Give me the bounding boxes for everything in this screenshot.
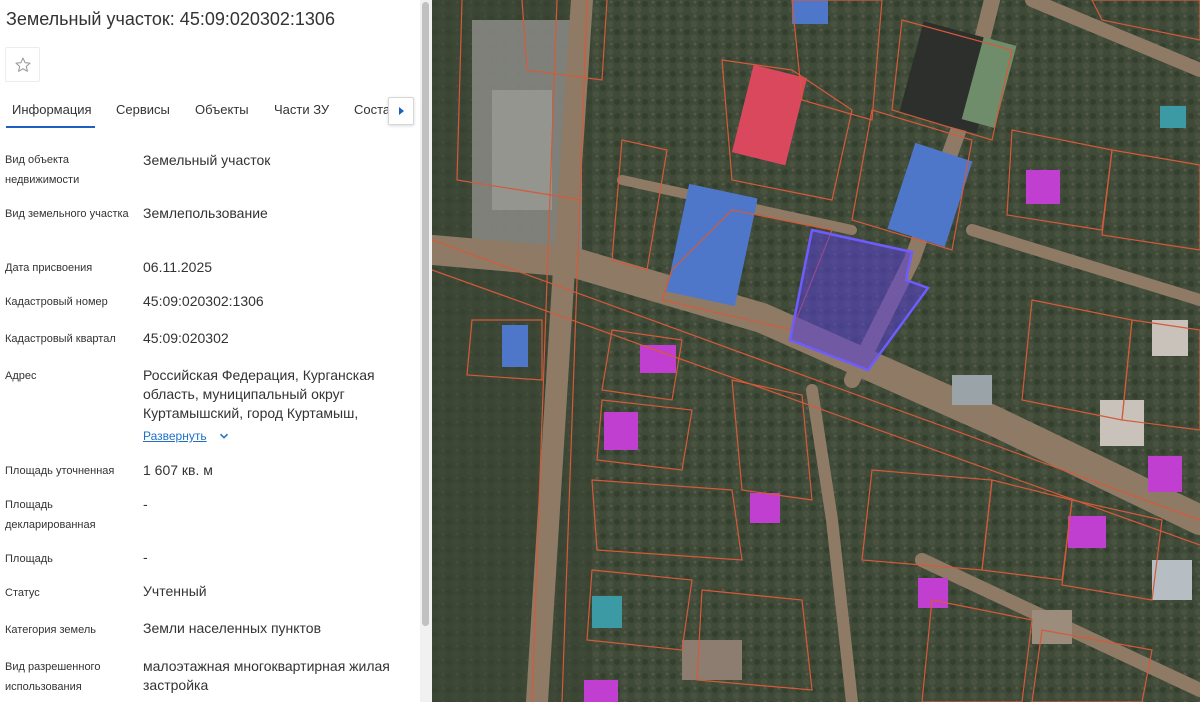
detail-value: 45:09:020302 (143, 330, 229, 346)
building-magenta-6 (1148, 456, 1182, 492)
tabs-scroll-right-button[interactable] (388, 97, 414, 125)
detail-value: - (143, 549, 148, 565)
detail-value: - (143, 496, 148, 512)
tab-objects[interactable]: Объекты (195, 102, 249, 117)
map-view[interactable] (432, 0, 1200, 702)
building-magenta-8 (584, 680, 618, 702)
star-icon (14, 57, 31, 72)
building-magenta-1 (640, 345, 676, 373)
detail-label: Статус (5, 587, 40, 599)
active-tab-indicator (6, 126, 95, 128)
page-title: Земельный участок: 45:09:020302:1306 (6, 9, 335, 29)
detail-label: Категория земель (5, 624, 96, 636)
expand-address-link[interactable]: Развернуть (143, 429, 207, 443)
info-panel: Земельный участок: 45:09:020302:1306 Инф… (0, 0, 432, 702)
chevron-down-icon[interactable] (218, 430, 230, 442)
tab-bar: Информация Сервисы Объекты Части ЗУ Сост… (0, 92, 418, 130)
tab-composition[interactable]: Соста (354, 102, 390, 117)
building-magenta-2 (604, 412, 638, 450)
building-blue-3 (502, 325, 528, 367)
building-teal-2 (1160, 106, 1186, 128)
building-magenta-5 (1068, 516, 1106, 548)
detail-label: Адрес (5, 370, 37, 382)
favorite-button[interactable] (5, 47, 40, 82)
satellite-map[interactable] (432, 0, 1200, 702)
building-magenta-3 (750, 493, 780, 523)
building-magenta-4 (918, 578, 948, 608)
detail-label: Кадастровый номер (5, 296, 108, 308)
detail-label: Дата присвоения (5, 262, 93, 274)
tab-services[interactable]: Сервисы (116, 102, 170, 117)
building-teal (592, 596, 622, 628)
building-grey-2 (1100, 400, 1144, 446)
building-magenta-7 (1026, 170, 1060, 204)
detail-value: Российская Федерация, Курганская область… (143, 367, 375, 421)
detail-label: Площадь (5, 553, 53, 565)
detail-label: Кадастровый квартал (5, 333, 116, 345)
building-grey-5 (1032, 610, 1072, 644)
panel-scrollbar-thumb[interactable] (422, 2, 429, 626)
detail-label: Вид земельного участка (5, 208, 129, 220)
detail-label: Площадь уточненная (5, 465, 115, 477)
building-grey-4 (1152, 560, 1192, 600)
detail-label: Вид разрешенного использования (5, 661, 101, 693)
map-parking-lot-inner (492, 90, 552, 210)
tab-information[interactable]: Информация (12, 102, 92, 117)
detail-value: Земельный участок (143, 152, 271, 168)
detail-value: 45:09:020302:1306 (143, 293, 264, 309)
detail-value: Земли населенных пунктов (143, 620, 322, 636)
building-blue-4 (792, 0, 828, 24)
triangle-right-icon (399, 107, 404, 115)
detail-value: Землепользование (143, 205, 268, 221)
detail-value: 06.11.2025 (143, 259, 213, 275)
building-grey-1 (952, 375, 992, 405)
building-grey-6 (682, 640, 742, 680)
detail-value: малоэтажная многоквартирная жилая застро… (143, 658, 390, 693)
detail-label: Вид объекта недвижимости (5, 154, 80, 186)
detail-value: Учтенный (143, 583, 207, 599)
detail-value: 1 607 кв. м (143, 462, 213, 478)
detail-label: Площадь декларированная (5, 499, 96, 531)
tab-parts[interactable]: Части ЗУ (274, 102, 329, 117)
